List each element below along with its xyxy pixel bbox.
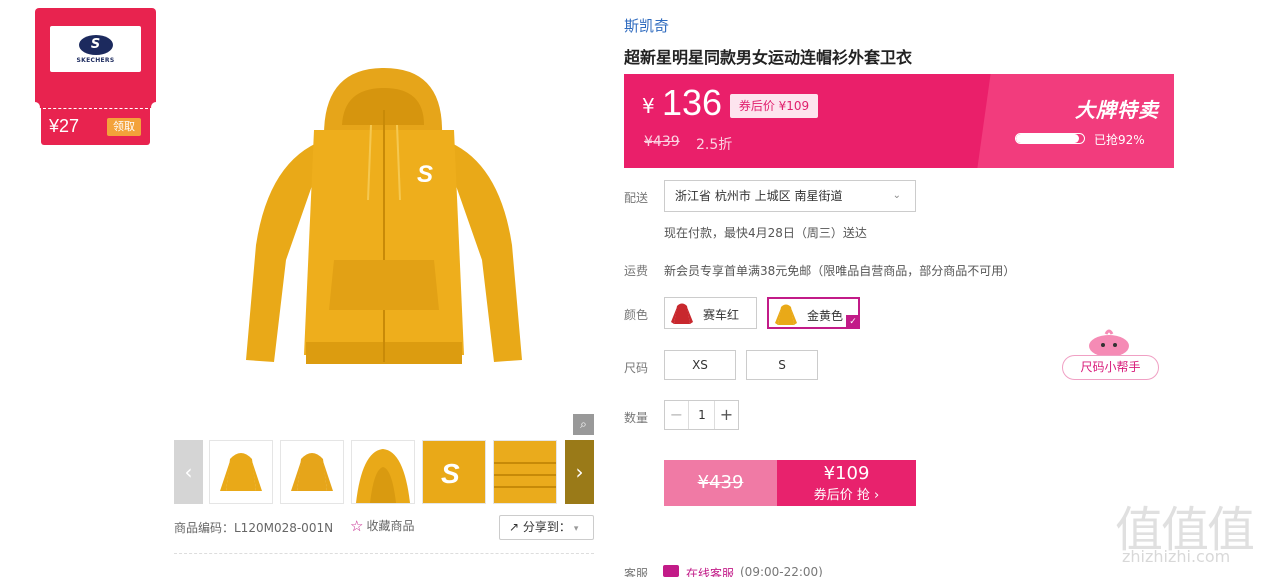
coupon-amount: ¥27 <box>49 116 80 136</box>
service-label: 客服 <box>624 567 649 577</box>
coupon-card-top: S SKECHERS <box>35 8 156 108</box>
color-option-label: 赛车红 <box>703 308 740 322</box>
buy-coupon-action: 券后价 抢 › <box>813 488 880 503</box>
chevron-down-icon: ⌄ <box>892 190 901 201</box>
quantity-label: 数量 <box>624 411 649 425</box>
brand-coupon-card[interactable]: S SKECHERS ¥27 领取 <box>30 8 161 145</box>
sold-progress-bar <box>1015 133 1085 144</box>
star-icon: ☆ <box>350 517 364 535</box>
favorite-button[interactable]: ☆ 收藏商品 <box>350 517 414 535</box>
whale-mascot-icon <box>1089 329 1129 357</box>
sku-code: 商品编码：L120M028-001N <box>174 521 334 535</box>
favorite-label: 收藏商品 <box>366 519 415 533</box>
thumbnail-hoodie-back <box>281 441 343 503</box>
thumbnail-fabric-detail <box>494 441 556 503</box>
main-product-image: S <box>174 10 594 435</box>
yellow-hoodie-swatch <box>775 304 797 325</box>
svg-text:S: S <box>441 458 460 489</box>
watermark-site: zhizhizhi.com <box>1122 547 1231 566</box>
event-title: 大牌特卖 <box>1075 98 1159 122</box>
skechers-s-icon: S <box>78 34 113 55</box>
watermark: 值值值 zhizhizhi.com <box>1115 490 1265 570</box>
share-button[interactable]: ↗ 分享到： ▾ <box>499 515 594 540</box>
caret-down-icon: ▾ <box>573 524 579 534</box>
product-title: 超新星明星同款男女运动连帽衫外套卫衣 <box>624 48 913 67</box>
brand-link[interactable]: 斯凯奇 <box>624 15 669 36</box>
size-option-xs[interactable]: XS <box>664 350 736 380</box>
zoom-icon[interactable]: ⌕ <box>573 414 594 435</box>
thumbnail-prev-button[interactable]: ‹ <box>174 440 203 504</box>
thumbnail-hoodie-front <box>210 441 272 503</box>
thumbnail-3[interactable] <box>351 440 415 504</box>
thumbnail-5[interactable] <box>493 440 557 504</box>
size-helper-button[interactable]: 尺码小帮手 <box>1062 355 1159 380</box>
quantity-decrease-button[interactable]: − <box>665 401 689 429</box>
thumbnail-hood-detail <box>352 441 414 503</box>
coupon-notch-right <box>151 102 161 112</box>
currency-symbol: ¥ <box>642 94 655 118</box>
thumbnail-1[interactable] <box>209 440 273 504</box>
red-hoodie-swatch <box>671 303 693 324</box>
shipping-note: 新会员专享首单满38元免邮（限唯品自营商品，部分商品不可用） <box>664 264 1016 278</box>
quantity-increase-button[interactable]: + <box>714 401 738 429</box>
service-hours: (09:00-22:00) <box>740 565 823 577</box>
claim-coupon-button[interactable]: 领取 <box>107 118 141 136</box>
coupon-divider <box>43 108 148 109</box>
brand-logo-text: SKECHERS <box>76 56 115 64</box>
yellow-hoodie-image: S <box>246 68 522 364</box>
delivery-label: 配送 <box>624 191 649 205</box>
sold-progress-fill <box>1016 134 1079 143</box>
quantity-stepper: − 1 + <box>664 400 739 430</box>
buy-coupon-price: ¥109 <box>823 463 870 484</box>
size-label: 尺码 <box>624 361 649 375</box>
buy-with-coupon-button[interactable]: ¥109 券后价 抢 › <box>777 460 916 506</box>
coupon-price-tag: 券后价 ¥109 <box>730 94 818 118</box>
check-icon: ✓ <box>846 315 860 329</box>
thumbnail-next-button[interactable]: › <box>565 440 594 504</box>
divider <box>174 553 594 554</box>
shipping-label: 运费 <box>624 264 649 278</box>
buy-original-price[interactable]: ¥439 <box>664 460 777 506</box>
original-price: ¥439 <box>644 134 680 150</box>
discount-rate: 2.5折 <box>696 137 733 153</box>
brand-logo: S SKECHERS <box>50 26 141 72</box>
online-service-link[interactable]: 在线客服 <box>686 565 734 577</box>
address-value: 浙江省 杭州市 上城区 南星街道 <box>675 189 843 203</box>
svg-text:S: S <box>417 161 433 188</box>
current-price: 136 <box>662 82 723 123</box>
thumbnail-2[interactable] <box>280 440 344 504</box>
size-option-s[interactable]: S <box>746 350 818 380</box>
quantity-value[interactable]: 1 <box>689 401 715 429</box>
sold-percentage: 已抢92% <box>1094 133 1145 147</box>
share-label: 分享到： <box>522 520 571 534</box>
coupon-notch-left <box>30 102 40 112</box>
color-option-yellow[interactable]: 金黄色 ✓ <box>767 297 860 329</box>
thumbnail-logo-detail: S <box>423 441 485 503</box>
address-select[interactable]: 浙江省 杭州市 上城区 南星街道 ⌄ <box>664 180 916 212</box>
delivery-eta: 现在付款，最快4月28日（周三）送达 <box>664 226 867 240</box>
chat-icon <box>663 565 679 577</box>
price-banner: ¥ 136 券后价 ¥109 ¥439 2.5折 大牌特卖 已抢92% <box>624 74 1174 168</box>
color-option-red[interactable]: 赛车红 <box>664 297 757 329</box>
color-label: 颜色 <box>624 308 649 322</box>
thumbnail-4[interactable]: S <box>422 440 486 504</box>
color-option-label: 金黄色 <box>807 309 844 323</box>
share-icon: ↗ <box>509 520 523 534</box>
